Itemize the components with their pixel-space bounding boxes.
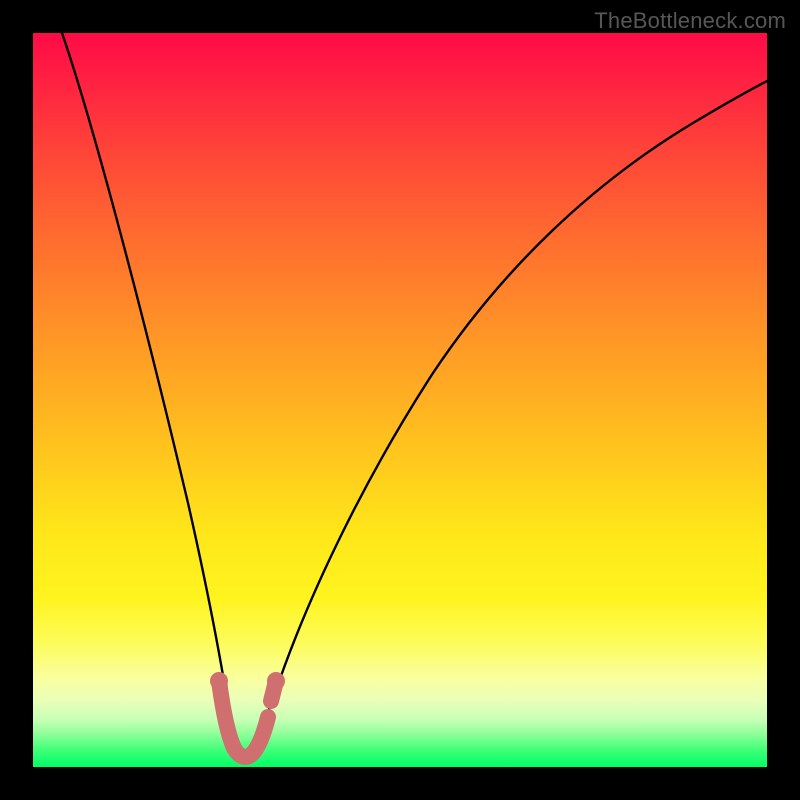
plot-area [33, 33, 767, 767]
curve-overlay [33, 33, 767, 767]
watermark-text: TheBottleneck.com [594, 8, 786, 34]
bottleneck-curve-path [62, 33, 767, 755]
sweet-spot-highlight [219, 681, 276, 757]
chart-frame: TheBottleneck.com [0, 0, 800, 800]
sweet-spot-endcaps [210, 672, 285, 690]
